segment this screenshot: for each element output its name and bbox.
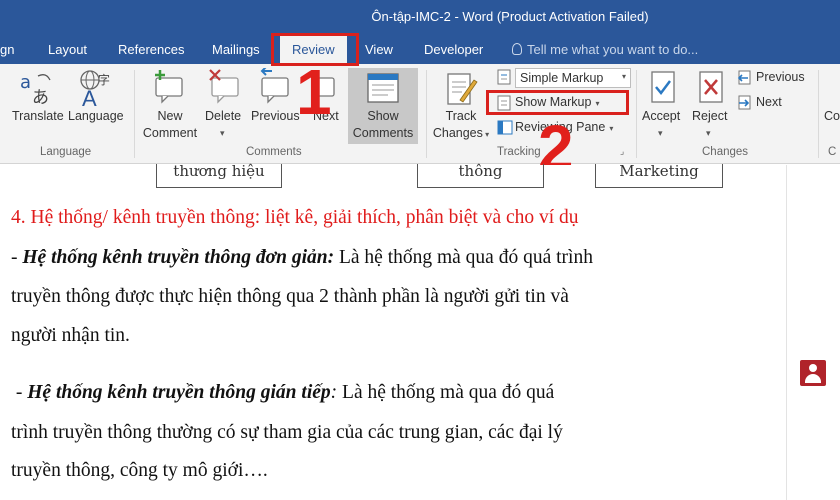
show-comments-label: Show Comments: [348, 108, 418, 142]
tab-references[interactable]: References: [118, 42, 184, 57]
compare-group-label-partial: C: [828, 146, 837, 158]
language-icon: 字 A: [80, 70, 110, 108]
term-indirect-channel: Hệ thống kênh truyền thông gián tiếp: [27, 382, 331, 403]
reject-dropdown-arrow[interactable]: ▾: [706, 125, 711, 142]
paragraph-line: - Hệ thống kênh truyền thông gián tiếp: …: [11, 382, 555, 403]
delete-dropdown-arrow[interactable]: ▾: [220, 125, 225, 142]
language-group-label: Language: [40, 146, 92, 158]
title-bar: Ôn-tập-IMC-2 - Word (Product Activation …: [0, 0, 840, 36]
tab-design[interactable]: gn: [0, 42, 14, 57]
svg-text:あ: あ: [32, 88, 49, 106]
divider: [636, 70, 637, 158]
term-simple-channel: Hệ thống kênh truyền thông đơn giản:: [22, 247, 335, 268]
show-comments-label-2: Comments: [352, 126, 414, 140]
diagram-box: thông: [417, 164, 544, 188]
changes-group-label: Changes: [702, 146, 749, 158]
reject-button[interactable]: Reject: [692, 108, 727, 125]
tab-layout[interactable]: Layout: [48, 42, 87, 57]
delete-comment-button[interactable]: Delete: [205, 108, 241, 125]
tab-mailings[interactable]: Mailings: [212, 42, 260, 57]
display-for-review-dropdown[interactable]: Simple Markup ▾: [515, 68, 631, 88]
comments-margin: [786, 165, 840, 500]
ribbon-tabs: gn Layout References Mailings Review Vie…: [0, 36, 840, 64]
accept-icon: [651, 71, 675, 103]
track-changes-label-1: Track: [445, 109, 477, 123]
diagram-box: Marketing: [595, 164, 723, 188]
translate-button[interactable]: Translate: [12, 108, 64, 125]
tell-me-search[interactable]: Tell me what you want to do...: [512, 42, 698, 57]
track-changes-button[interactable]: Track Changes ▾: [430, 108, 492, 143]
show-comments-label-1: Show: [367, 109, 399, 123]
paragraph-line: truyền thông, công ty mô giới….: [11, 460, 268, 481]
new-comment-label-2: Comment: [142, 126, 198, 140]
tracking-dialog-launcher-icon[interactable]: ⌟: [620, 146, 624, 157]
track-changes-icon: [447, 73, 478, 105]
svg-text:字: 字: [98, 72, 110, 87]
comment-author-icon[interactable]: [800, 360, 826, 386]
new-comment-icon: [155, 70, 183, 104]
svg-text:a: a: [20, 72, 31, 93]
comments-group-label: Comments: [246, 146, 302, 158]
paragraph-line: truyền thông được thực hiện thông qua 2 …: [11, 286, 569, 307]
previous-comment-icon: [260, 68, 289, 104]
new-comment-label-1: New: [157, 109, 183, 123]
paragraph-line: - Hệ thống kênh truyền thông đơn giản: L…: [11, 247, 593, 268]
divider: [134, 70, 135, 158]
compare-button-partial[interactable]: Co: [824, 108, 840, 125]
step-1-marker: 1: [296, 56, 332, 128]
delete-comment-icon: [209, 69, 239, 104]
divider: [818, 70, 819, 158]
window-title: Ôn-tập-IMC-2 - Word (Product Activation …: [371, 9, 649, 24]
tracking-group-label: Tracking: [497, 146, 541, 158]
new-comment-button[interactable]: New Comment: [140, 108, 200, 142]
diagram-box: thương hiệu: [156, 164, 282, 188]
reject-icon: [699, 71, 723, 103]
accept-button[interactable]: Accept: [642, 108, 680, 125]
tab-developer[interactable]: Developer: [424, 42, 483, 57]
paragraph-line: người nhận tin.: [11, 325, 130, 346]
language-button[interactable]: Language: [68, 108, 124, 125]
section-heading: 4. Hệ thống/ kênh truyền thông: liệt kê,…: [11, 207, 579, 228]
next-change-button[interactable]: Next: [756, 95, 782, 109]
accept-dropdown-arrow[interactable]: ▾: [658, 125, 663, 142]
tab-view[interactable]: View: [365, 42, 393, 57]
track-changes-label-2: Changes: [432, 126, 483, 140]
show-comments-icon: [367, 73, 399, 103]
previous-comment-button[interactable]: Previous: [251, 108, 300, 125]
previous-change-button[interactable]: Previous: [756, 70, 805, 84]
lightbulb-icon: [512, 43, 522, 55]
ribbon-review: a あ Translate 字 A Language Language New …: [0, 64, 840, 164]
paragraph-line: trình truyền thông thường có sự tham gia…: [11, 422, 563, 443]
display-for-review-icon: [497, 69, 511, 85]
svg-text:A: A: [82, 86, 97, 108]
divider: [426, 70, 427, 158]
next-change-icon: [738, 95, 751, 110]
reviewing-pane-icon: [497, 120, 513, 135]
translate-icon: a あ: [20, 72, 51, 106]
display-for-review-value: Simple Markup: [520, 71, 604, 85]
previous-change-icon: [737, 70, 751, 85]
tell-me-placeholder: Tell me what you want to do...: [527, 42, 699, 57]
